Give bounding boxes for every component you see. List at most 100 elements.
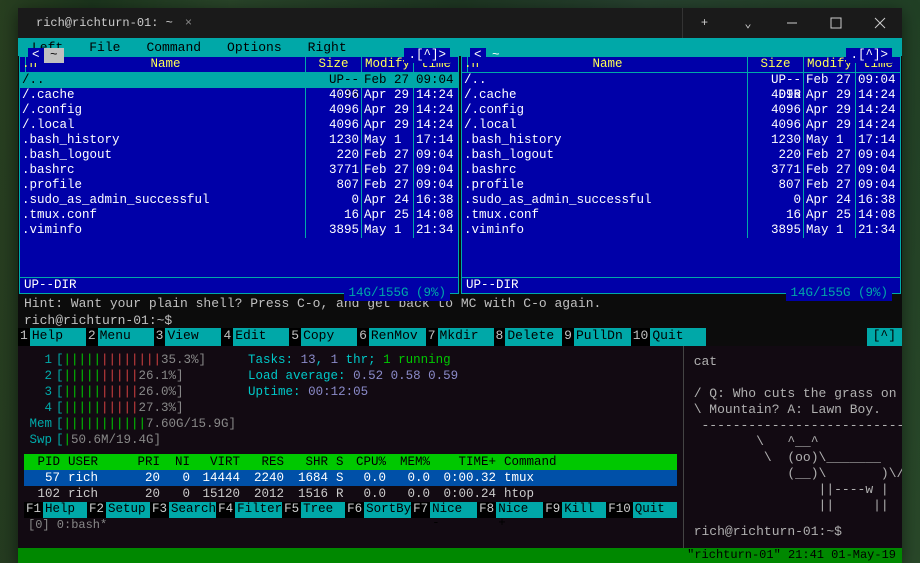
file-row[interactable]: .bashrc3771Feb 2709:04 bbox=[462, 163, 900, 178]
htop-header[interactable]: PIDUSERPRINIVIRTRESSHRSCPU%MEM%TIME+Comm… bbox=[24, 454, 677, 470]
mc-menu-right[interactable]: Right bbox=[300, 40, 365, 55]
file-row[interactable]: /..UP--DIRFeb 2709:04 bbox=[462, 73, 900, 88]
mc-panel-right[interactable]: <~.[^]>.nNameSizeModifytime/..UP--DIRFeb… bbox=[461, 56, 901, 294]
mc-fkey-quit[interactable]: 10Quit bbox=[631, 328, 707, 346]
mc-fkey-delete[interactable]: 8Delete bbox=[494, 328, 563, 346]
file-row[interactable]: .viminfo3895May 121:34 bbox=[462, 223, 900, 238]
close-button[interactable] bbox=[858, 8, 902, 38]
file-row[interactable]: /.cache4096Apr 2914:24 bbox=[20, 88, 458, 103]
htop-fkey-setup[interactable]: Setup bbox=[106, 502, 150, 518]
process-row[interactable]: 102rich2001512020121516R0.00.00:00.24hto… bbox=[24, 486, 677, 502]
tab-dropdown-button[interactable]: ⌄ bbox=[726, 8, 770, 38]
minimize-button[interactable] bbox=[770, 8, 814, 38]
file-time: 16:38 bbox=[856, 193, 900, 208]
mc-prompt[interactable]: rich@richturn-01:~$ bbox=[18, 313, 902, 328]
htop-fkey-num: F6 bbox=[345, 502, 364, 518]
htop-fkey-num: F5 bbox=[282, 502, 301, 518]
mc-fkey-view[interactable]: 3View bbox=[154, 328, 222, 346]
panel-rows: /..UP--DIRFeb 2709:04/.cache4096Apr 2914… bbox=[20, 73, 458, 277]
file-row[interactable]: .profile807Feb 2709:04 bbox=[462, 178, 900, 193]
file-size: 807 bbox=[306, 178, 362, 193]
mc-fkey-help[interactable]: 1Help bbox=[18, 328, 86, 346]
file-time: 14:24 bbox=[856, 103, 900, 118]
htop-col-pri[interactable]: PRI bbox=[124, 455, 164, 469]
htop-pane[interactable]: 1[|||||||||||||35.3%]2[||||||||||26.1%]3… bbox=[18, 346, 684, 563]
file-row[interactable]: .tmux.conf16Apr 2514:08 bbox=[20, 208, 458, 223]
htop-fkey-kill[interactable]: Kill bbox=[562, 502, 606, 518]
tab[interactable]: rich@richturn-01: ~ × bbox=[26, 12, 206, 34]
htop-fkey-nice[interactable]: Nice + bbox=[496, 502, 543, 518]
process-row[interactable]: 57rich2001444422401684S0.00.00:00.32tmux bbox=[24, 470, 677, 486]
file-row[interactable]: /.cache4096Apr 2914:24 bbox=[462, 88, 900, 103]
file-name: .tmux.conf bbox=[462, 208, 748, 223]
htop-fkey-num: F2 bbox=[87, 502, 106, 518]
cpu-meter: 1[|||||||||||||35.3%] bbox=[24, 352, 236, 368]
htop-fkey-nice[interactable]: Nice - bbox=[430, 502, 477, 518]
htop-process-list[interactable]: 57rich2001444422401684S0.00.00:00.32tmux… bbox=[24, 470, 677, 502]
file-row[interactable]: .viminfo3895May 121:34 bbox=[20, 223, 458, 238]
cowsay-prompt[interactable]: rich@richturn-01:~$ bbox=[694, 524, 902, 540]
htop-col-shr[interactable]: SHR bbox=[288, 455, 332, 469]
htop-fkey-sortby[interactable]: SortBy bbox=[364, 502, 411, 518]
cowsay-pane[interactable]: cat / Q: Who cuts the grass on Walton's … bbox=[684, 346, 902, 563]
terminal-content[interactable]: LeftFileCommandOptionsRight <~.[^]>.nNam… bbox=[18, 38, 902, 563]
htop-col-user[interactable]: USER bbox=[64, 455, 124, 469]
htop-col-res[interactable]: RES bbox=[244, 455, 288, 469]
tab-close-icon[interactable]: × bbox=[181, 16, 196, 30]
file-size: 4096 bbox=[748, 118, 804, 133]
htop-col-command[interactable]: Command bbox=[500, 455, 677, 469]
file-row[interactable]: /..UP--DIRFeb 2709:04 bbox=[20, 73, 458, 88]
mc-fkey-renmov[interactable]: 6RenMov bbox=[357, 328, 426, 346]
file-row[interactable]: .tmux.conf16Apr 2514:08 bbox=[462, 208, 900, 223]
file-row[interactable]: .sudo_as_admin_successful0Apr 2416:38 bbox=[462, 193, 900, 208]
htop-fkey-num: F3 bbox=[150, 502, 169, 518]
htop-fkey-tree[interactable]: Tree bbox=[301, 502, 345, 518]
mem-meter-mem: Mem[|||||||||||7.60G/15.9G] bbox=[24, 416, 236, 432]
file-name: /.cache bbox=[20, 88, 306, 103]
file-row[interactable]: /.config4096Apr 2914:24 bbox=[20, 103, 458, 118]
htop-col-ni[interactable]: NI bbox=[164, 455, 194, 469]
file-row[interactable]: .bash_logout220Feb 2709:04 bbox=[462, 148, 900, 163]
mc-fkey-edit[interactable]: 4Edit bbox=[221, 328, 289, 346]
htop-stats: Tasks: 13, 1 thr; 1 running Load average… bbox=[248, 352, 458, 448]
file-row[interactable]: .profile807Feb 2709:04 bbox=[20, 178, 458, 193]
new-tab-button[interactable]: + bbox=[682, 8, 726, 38]
mc-caret-icon[interactable]: [^] bbox=[867, 328, 902, 346]
mc-function-key-bar: 1Help2Menu3View4Edit5Copy6RenMov7Mkdir8D… bbox=[18, 328, 902, 346]
htop-col-pid[interactable]: PID bbox=[24, 455, 64, 469]
mc-fkey-menu[interactable]: 2Menu bbox=[86, 328, 154, 346]
file-row[interactable]: .sudo_as_admin_successful0Apr 2416:38 bbox=[20, 193, 458, 208]
htop-fkey-filter[interactable]: Filter bbox=[235, 502, 282, 518]
panel-columns: .nNameSizeModifytime bbox=[20, 57, 458, 73]
mem-meter-swp: Swp[|50.6M/19.4G] bbox=[24, 432, 236, 448]
htop-col-mem[interactable]: MEM% bbox=[390, 455, 434, 469]
mc-menu-command[interactable]: Command bbox=[138, 40, 219, 55]
htop-col-time[interactable]: TIME+ bbox=[434, 455, 500, 469]
mc-fkey-pulldn[interactable]: 9PullDn bbox=[562, 328, 631, 346]
maximize-button[interactable] bbox=[814, 8, 858, 38]
mc-fkey-copy[interactable]: 5Copy bbox=[289, 328, 357, 346]
htop-fkey-search[interactable]: Search bbox=[169, 502, 216, 518]
file-row[interactable]: .bashrc3771Feb 2709:04 bbox=[20, 163, 458, 178]
htop-fkey-help[interactable]: Help bbox=[43, 502, 87, 518]
mc-fkey-mkdir[interactable]: 7Mkdir bbox=[426, 328, 494, 346]
file-row[interactable]: .bash_history1230May 117:14 bbox=[462, 133, 900, 148]
file-row[interactable]: /.local4096Apr 2914:24 bbox=[20, 118, 458, 133]
htop-col-s[interactable]: S bbox=[332, 455, 346, 469]
mc-menu-options[interactable]: Options bbox=[219, 40, 300, 55]
file-row[interactable]: /.local4096Apr 2914:24 bbox=[462, 118, 900, 133]
mc-menu-file[interactable]: File bbox=[81, 40, 138, 55]
panel-disk-usage: 14G/155G (9%) bbox=[344, 286, 450, 301]
file-row[interactable]: /.config4096Apr 2914:24 bbox=[462, 103, 900, 118]
htop-col-cpu[interactable]: CPU% bbox=[346, 455, 390, 469]
file-time: 21:34 bbox=[856, 223, 900, 238]
htop-col-virt[interactable]: VIRT bbox=[194, 455, 244, 469]
htop-fkey-quit[interactable]: Quit bbox=[633, 502, 677, 518]
panel-path: < bbox=[28, 48, 44, 63]
tmux-status-bar: "richturn-01" 21:41 01-May-19 bbox=[18, 548, 902, 563]
file-time: 17:14 bbox=[856, 133, 900, 148]
close-icon bbox=[874, 17, 886, 29]
mc-panel-left[interactable]: <~.[^]>.nNameSizeModifytime/..UP--DIRFeb… bbox=[19, 56, 459, 294]
file-row[interactable]: .bash_logout220Feb 2709:04 bbox=[20, 148, 458, 163]
file-row[interactable]: .bash_history1230May 117:14 bbox=[20, 133, 458, 148]
